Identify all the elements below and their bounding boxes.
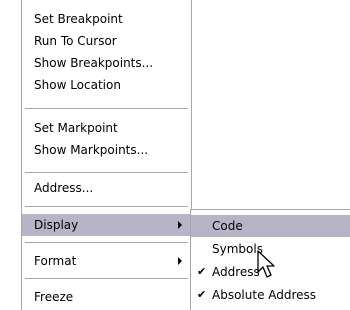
submenu-item-label: Absolute Address: [212, 288, 317, 302]
menu-separator: [25, 206, 188, 207]
menu-item-label: Format: [34, 254, 77, 268]
menu-item-label: Set Breakpoint: [34, 12, 123, 26]
menu-separator: [25, 278, 188, 279]
menu-separator: [25, 172, 188, 173]
submenu-item-label: Address: [212, 265, 260, 279]
context-menu: Set Breakpoint Run To Cursor Show Breakp…: [21, 0, 192, 310]
menu-item-label: Run To Cursor: [34, 34, 117, 48]
menu-item-label: Set Markpoint: [34, 121, 118, 135]
menu-item-address[interactable]: Address...: [22, 177, 191, 199]
menu-item-freeze[interactable]: Freeze: [22, 286, 191, 308]
menu-item-label: Show Location: [34, 78, 121, 92]
check-icon: ✔: [197, 288, 207, 301]
menu-item-set-breakpoint[interactable]: Set Breakpoint: [22, 8, 191, 30]
menu-item-set-markpoint[interactable]: Set Markpoint: [22, 117, 191, 139]
menu-item-display[interactable]: Display: [22, 214, 191, 236]
screen: Set Breakpoint Run To Cursor Show Breakp…: [0, 0, 350, 310]
menu-item-show-markpoints[interactable]: Show Markpoints...: [22, 139, 191, 161]
mouse-pointer-icon: [257, 250, 275, 278]
menu-item-show-breakpoints[interactable]: Show Breakpoints...: [22, 52, 191, 74]
menu-item-label: Freeze: [34, 290, 74, 304]
check-icon: ✔: [197, 265, 207, 278]
menu-item-show-location[interactable]: Show Location: [22, 74, 191, 96]
menu-item-label: Show Breakpoints...: [34, 56, 154, 70]
menu-item-format[interactable]: Format: [22, 250, 191, 272]
menu-separator: [25, 242, 188, 243]
submenu-item-label: Symbols: [212, 242, 263, 256]
menu-item-label: Display: [34, 218, 79, 232]
menu-separator: [25, 108, 188, 109]
menu-item-run-to-cursor[interactable]: Run To Cursor: [22, 30, 191, 52]
submenu-item-absolute-address[interactable]: ✔ Absolute Address: [191, 284, 350, 306]
submenu-item-code[interactable]: Code: [191, 215, 350, 237]
chevron-right-icon: [178, 257, 182, 265]
menu-item-label: Show Markpoints...: [34, 143, 149, 157]
submenu-item-label: Code: [212, 219, 243, 233]
chevron-right-icon: [178, 221, 182, 229]
menu-item-label: Address...: [34, 181, 94, 195]
